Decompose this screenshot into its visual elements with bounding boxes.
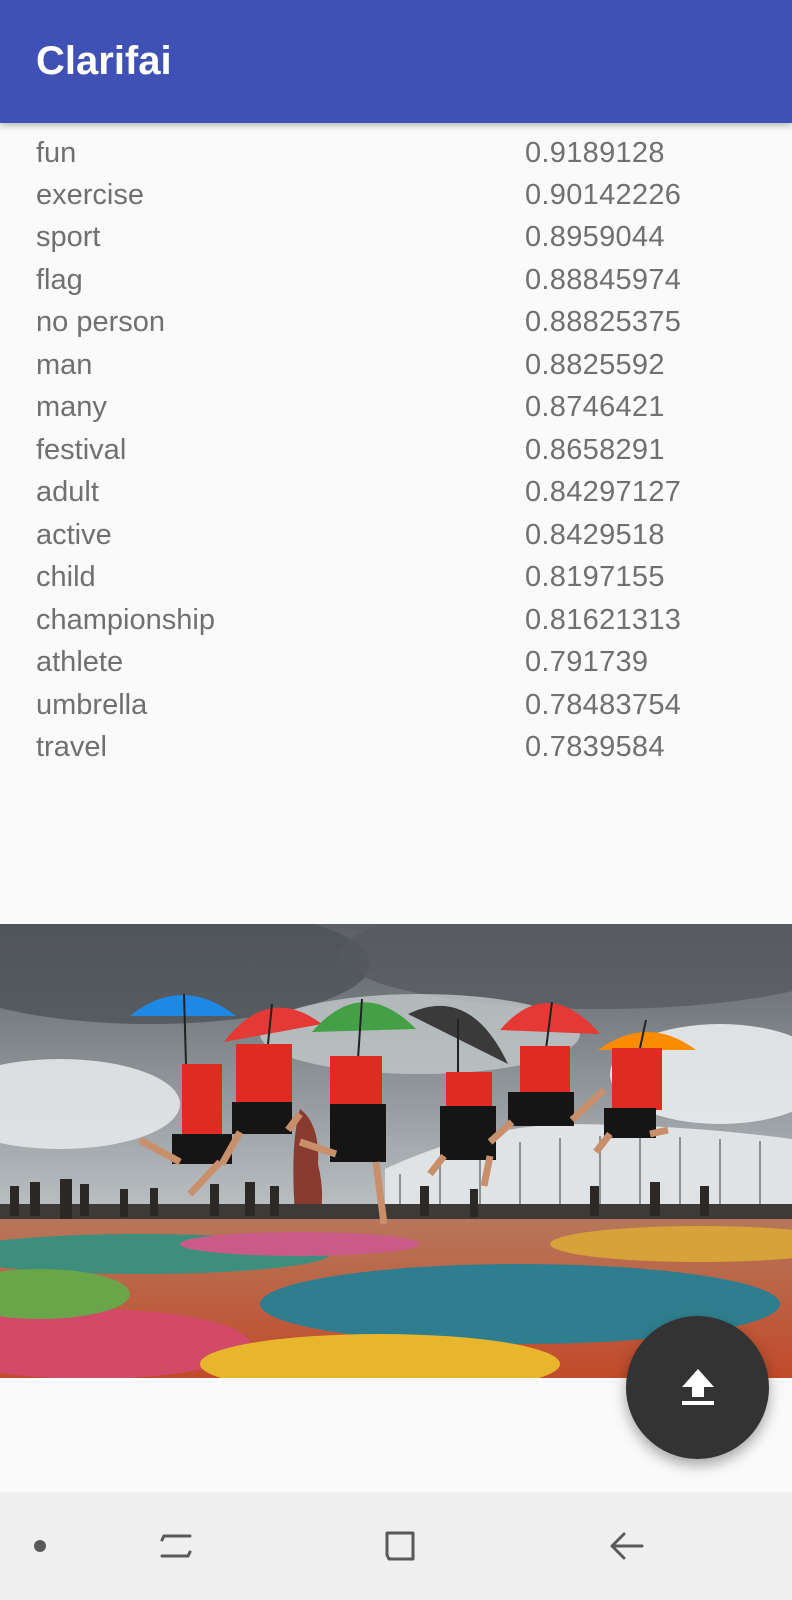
tag-name: many bbox=[36, 391, 107, 423]
list-item: no person 0.88825375 bbox=[0, 301, 792, 343]
list-item: man 0.8825592 bbox=[0, 344, 792, 386]
tag-score: 0.81621313 bbox=[525, 604, 682, 636]
list-item: fun 0.9189128 bbox=[0, 132, 792, 174]
tag-score: 0.84297127 bbox=[525, 476, 682, 508]
list-item: active 0.8429518 bbox=[0, 514, 792, 556]
tag-score: 0.7839584 bbox=[525, 731, 665, 763]
tag-score: 0.9189128 bbox=[525, 137, 665, 169]
tag-name: championship bbox=[36, 604, 215, 636]
tag-name: man bbox=[36, 349, 93, 381]
list-item: adult 0.84297127 bbox=[0, 471, 792, 513]
list-item: travel 0.7839584 bbox=[0, 726, 792, 768]
list-item: exercise 0.90142226 bbox=[0, 174, 792, 216]
list-item: flag 0.88845974 bbox=[0, 259, 792, 301]
tag-name: adult bbox=[36, 476, 99, 508]
list-item: festival 0.8658291 bbox=[0, 429, 792, 471]
dot-icon[interactable] bbox=[12, 1518, 68, 1574]
tag-name: umbrella bbox=[36, 689, 148, 721]
tag-score: 0.791739 bbox=[525, 646, 649, 678]
tag-score: 0.8825592 bbox=[525, 349, 665, 381]
tag-name: travel bbox=[36, 731, 107, 763]
system-nav-bar bbox=[0, 1492, 792, 1600]
tag-name: athlete bbox=[36, 646, 124, 678]
app-title: Clarifai bbox=[36, 39, 172, 83]
tag-score: 0.78483754 bbox=[525, 689, 682, 721]
tag-score: 0.8197155 bbox=[525, 561, 665, 593]
tag-score: 0.8658291 bbox=[525, 434, 665, 466]
results-list[interactable]: fun 0.9189128 exercise 0.90142226 sport … bbox=[0, 123, 792, 783]
tag-name: fun bbox=[36, 137, 77, 169]
upload-button[interactable] bbox=[626, 1316, 769, 1459]
tag-name: sport bbox=[36, 221, 101, 253]
tag-name: no person bbox=[36, 306, 165, 338]
tag-name: flag bbox=[36, 264, 83, 296]
tag-score: 0.8959044 bbox=[525, 221, 665, 253]
tag-score: 0.90142226 bbox=[525, 179, 682, 211]
tag-score: 0.88845974 bbox=[525, 264, 682, 296]
back-icon[interactable] bbox=[598, 1518, 654, 1574]
tag-name: festival bbox=[36, 434, 127, 466]
tag-name: exercise bbox=[36, 179, 144, 211]
list-item: umbrella 0.78483754 bbox=[0, 684, 792, 726]
app-bar: Clarifai bbox=[0, 0, 792, 123]
home-icon[interactable] bbox=[372, 1518, 428, 1574]
list-item: many 0.8746421 bbox=[0, 386, 792, 428]
list-item: child 0.8197155 bbox=[0, 556, 792, 598]
tag-score: 0.8429518 bbox=[525, 519, 665, 551]
upload-icon bbox=[670, 1357, 726, 1418]
analyzed-photo bbox=[0, 924, 792, 1378]
tag-score: 0.8746421 bbox=[525, 391, 665, 423]
tag-name: active bbox=[36, 519, 112, 551]
list-item: sport 0.8959044 bbox=[0, 216, 792, 258]
tag-name: child bbox=[36, 561, 96, 593]
list-item: athlete 0.791739 bbox=[0, 641, 792, 683]
recent-apps-icon[interactable] bbox=[148, 1518, 204, 1574]
tag-score: 0.88825375 bbox=[525, 306, 682, 338]
list-item: championship 0.81621313 bbox=[0, 599, 792, 641]
